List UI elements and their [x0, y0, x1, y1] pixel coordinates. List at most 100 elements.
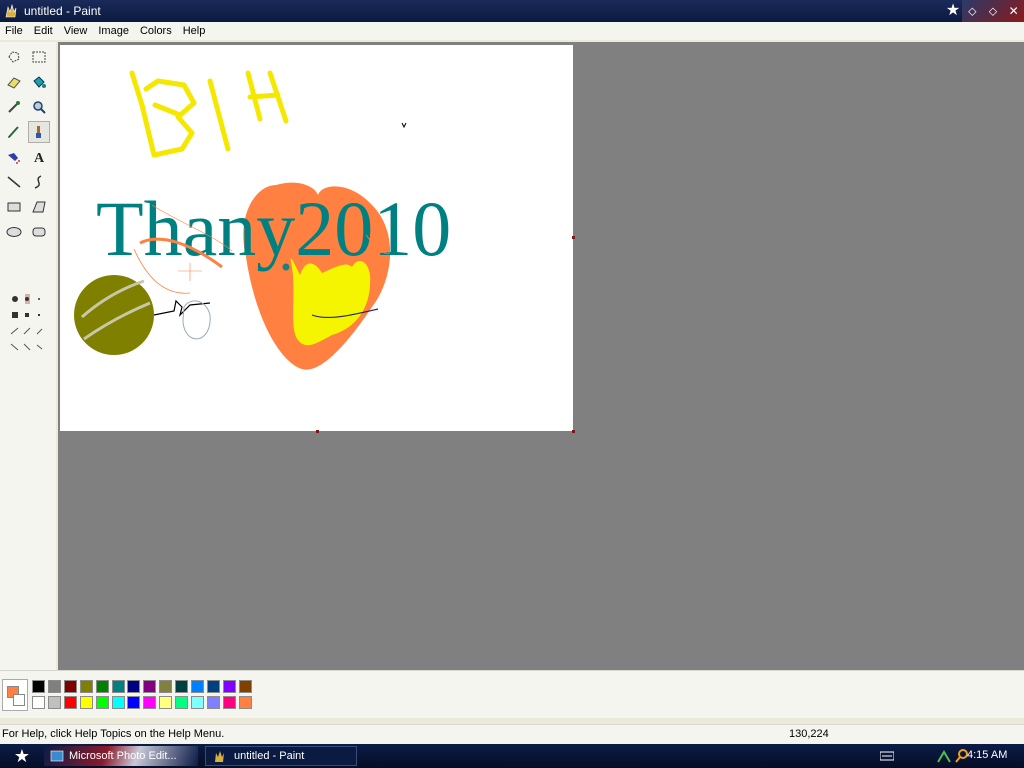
rectangle-tool[interactable]	[3, 196, 25, 218]
rectangle-icon	[7, 202, 21, 212]
palette-swatch[interactable]	[143, 696, 157, 709]
status-coordinates: 130,224	[789, 728, 829, 740]
status-bar: For Help, click Help Topics on the Help …	[0, 724, 1024, 744]
brush-tool[interactable]	[28, 121, 50, 143]
cursor-icon	[401, 122, 407, 129]
ellipse-icon	[6, 227, 22, 237]
palette-swatch[interactable]	[159, 696, 173, 709]
palette-swatch[interactable]	[111, 680, 125, 693]
resize-handle-bottom[interactable]	[316, 430, 319, 433]
rounded-rectangle-icon	[32, 227, 46, 237]
brush-shape-options-icon	[10, 294, 43, 351]
palette-swatch[interactable]	[47, 680, 61, 693]
rect-select-icon	[32, 51, 46, 63]
keyboard-icon[interactable]	[880, 751, 894, 761]
svg-text:A: A	[34, 151, 45, 165]
palette-swatch[interactable]	[206, 680, 220, 693]
fill-bucket-icon	[33, 76, 46, 88]
menu-colors[interactable]: Colors	[135, 22, 178, 40]
paint-task-icon	[215, 751, 224, 762]
palette-swatch[interactable]	[79, 680, 93, 693]
select-tool[interactable]	[28, 46, 50, 68]
palette-swatch[interactable]	[143, 680, 157, 693]
palette-swatch[interactable]	[175, 696, 189, 709]
menu-view[interactable]: View	[59, 22, 94, 40]
minimize-icon[interactable]: ⬦	[964, 4, 980, 19]
curve-icon	[34, 175, 42, 189]
free-form-select-tool[interactable]	[3, 46, 25, 68]
palette-swatch[interactable]	[111, 696, 125, 709]
window-title: untitled - Paint	[24, 4, 101, 18]
menu-edit[interactable]: Edit	[29, 22, 59, 40]
taskbar-item-photo-editor[interactable]: Microsoft Photo Edit...	[44, 746, 198, 766]
paint-app-icon[interactable]	[3, 3, 19, 19]
taskbar-item-label: Microsoft Photo Edit...	[69, 750, 177, 762]
yellow-scribble-bih	[129, 70, 289, 158]
palette-swatch[interactable]	[32, 696, 45, 709]
palette-swatch[interactable]	[159, 680, 173, 693]
menu-image[interactable]: Image	[93, 22, 135, 40]
close-icon[interactable]: ✕	[1006, 4, 1022, 18]
palette-swatch[interactable]	[222, 696, 236, 709]
network-icon[interactable]	[936, 748, 952, 764]
airbrush-icon	[8, 153, 20, 164]
star-start-icon: ★	[13, 745, 31, 766]
curve-tool[interactable]	[28, 171, 50, 193]
eyedropper-icon	[8, 101, 20, 113]
current-colors[interactable]	[2, 679, 28, 711]
title-bar: untitled - Paint ★ ⬦ ⬦ ✕	[0, 0, 1024, 22]
palette-swatch[interactable]	[127, 680, 141, 693]
airbrush-tool[interactable]	[3, 146, 25, 168]
color-palette-bar	[0, 670, 1024, 718]
palette-swatch[interactable]	[95, 680, 109, 693]
photo-editor-icon	[50, 750, 64, 762]
eraser-tool[interactable]	[3, 71, 25, 93]
magnifier-icon	[33, 101, 46, 114]
canvas-drawing: Thany2010	[74, 70, 451, 370]
eraser-icon	[7, 77, 21, 89]
menu-help[interactable]: Help	[178, 22, 212, 40]
palette-swatch[interactable]	[175, 680, 189, 693]
maximize-icon[interactable]: ⬦	[985, 4, 1001, 19]
canvas-text: Thany2010	[96, 185, 451, 272]
line-icon	[7, 176, 21, 188]
taskbar: ★ Microsoft Photo Edit... untitled - Pai…	[0, 744, 1024, 768]
palette-swatch[interactable]	[238, 680, 252, 693]
text-tool[interactable]: A	[28, 146, 50, 168]
magnifier-tool[interactable]	[28, 96, 50, 118]
tool-options[interactable]	[4, 292, 50, 356]
palette-swatch[interactable]	[63, 680, 77, 693]
drawing-canvas[interactable]: Thany2010	[60, 45, 573, 431]
start-button[interactable]: ★	[0, 744, 44, 768]
taskbar-item-label: untitled - Paint	[234, 750, 305, 762]
menu-file[interactable]: File	[0, 22, 29, 40]
pick-color-tool[interactable]	[3, 96, 25, 118]
resize-handle-corner[interactable]	[572, 430, 575, 433]
palette-swatch[interactable]	[238, 696, 252, 709]
palette-swatch[interactable]	[191, 696, 204, 709]
pencil-icon	[8, 126, 19, 138]
palette-swatch[interactable]	[95, 696, 109, 709]
palette-swatch[interactable]	[32, 680, 45, 693]
text-tool-icon: A	[34, 151, 45, 165]
clock: 4:15 AM	[967, 749, 1008, 761]
fill-tool[interactable]	[28, 71, 50, 93]
line-tool[interactable]	[3, 171, 25, 193]
pencil-tool[interactable]	[3, 121, 25, 143]
polygon-tool[interactable]	[28, 196, 50, 218]
rounded-rectangle-tool[interactable]	[28, 221, 50, 243]
palette-swatch[interactable]	[191, 680, 204, 693]
background-color[interactable]	[13, 694, 25, 706]
taskbar-item-paint[interactable]: untitled - Paint	[205, 746, 357, 766]
palette-swatch[interactable]	[79, 696, 93, 709]
ellipse-tool[interactable]	[3, 221, 25, 243]
palette-swatch[interactable]	[206, 696, 220, 709]
resize-handle-right[interactable]	[572, 236, 575, 239]
palette-swatch[interactable]	[127, 696, 141, 709]
polygon-icon	[32, 201, 46, 213]
palette-swatch[interactable]	[63, 696, 77, 709]
toolbox: A	[0, 42, 56, 670]
star-icon[interactable]: ★	[944, 2, 962, 20]
palette-swatch[interactable]	[222, 680, 236, 693]
palette-swatch[interactable]	[47, 696, 61, 709]
